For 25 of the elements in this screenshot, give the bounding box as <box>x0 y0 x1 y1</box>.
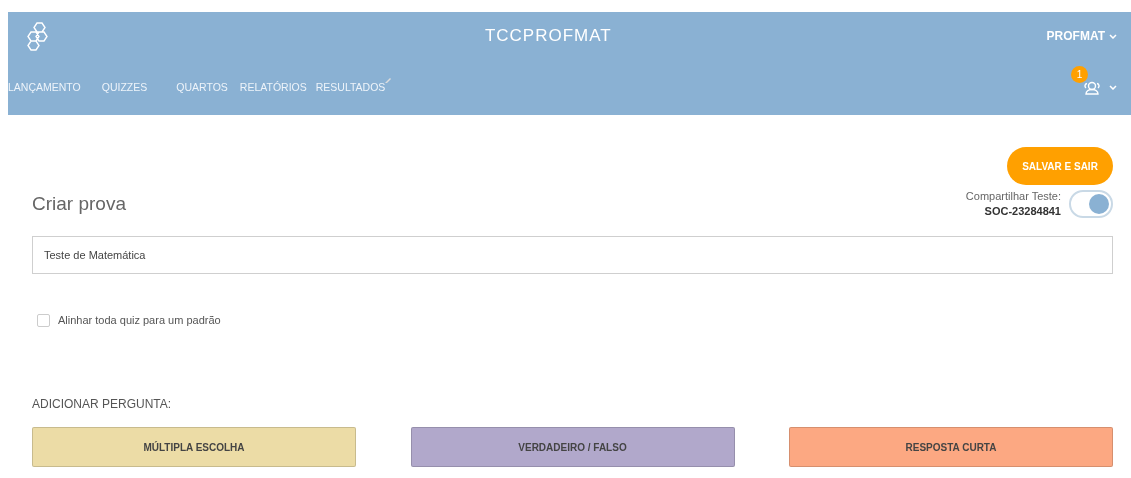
share-toggle[interactable] <box>1069 190 1113 219</box>
nav-link[interactable]: RESULTADOS <box>315 79 386 96</box>
question-type-button[interactable]: MÚLTIPLA ESCOLHA <box>32 427 356 468</box>
nav-link[interactable]: QUIZZES <box>101 79 148 96</box>
pencil-icon <box>385 76 392 83</box>
page-heading: Criar prova <box>32 192 126 217</box>
add-question-label: ADICIONAR PERGUNTA: <box>32 396 173 414</box>
nav-link[interactable]: RELATÓRIOS <box>239 79 307 96</box>
nav-link[interactable]: QUARTOS <box>176 79 228 96</box>
question-type-button[interactable]: VERDADEIRO / FALSO <box>410 427 735 468</box>
notification-badge: 1 <box>1071 65 1088 83</box>
save-and-exit-button[interactable]: SALVAR E SAIR <box>1007 147 1113 185</box>
chevron-down-icon[interactable] <box>1109 85 1117 90</box>
share-code: SOC-23284841 <box>983 204 1061 220</box>
align-checkbox[interactable] <box>37 313 50 327</box>
align-checkbox-label: Alinhar toda quiz para um padrão <box>58 312 221 328</box>
nav-link[interactable]: LANÇAMENTO <box>8 79 81 96</box>
question-type-button[interactable]: RESPOSTA CURTA <box>789 427 1113 468</box>
share-label: Compartilhar Teste: <box>965 189 1061 204</box>
test-title-field[interactable]: Teste de Matemática <box>32 235 1113 274</box>
honeycomb-logo-icon[interactable] <box>26 21 50 51</box>
chevron-down-icon <box>1109 33 1117 39</box>
group-icon[interactable] <box>1083 81 1101 96</box>
user-menu[interactable]: PROFMAT <box>1046 27 1117 45</box>
app-title: TCCPROFMAT <box>484 25 612 48</box>
